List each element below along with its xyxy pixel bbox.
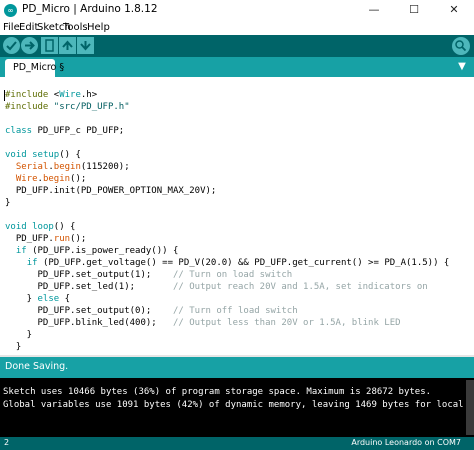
save-icon <box>80 41 91 51</box>
open-button[interactable] <box>59 37 76 54</box>
code-editor[interactable]: #include <Wire.h> #include "src/PD_UFP.h… <box>0 77 474 357</box>
title-bar: ∞ PD_Micro | Arduino 1.8.12 — ☐ ✕ <box>0 0 474 21</box>
open-icon <box>62 40 73 50</box>
new-button[interactable] <box>41 37 58 54</box>
code-line: void setup() { <box>5 150 81 160</box>
code-line: } <box>5 342 22 352</box>
console-output[interactable]: Sketch uses 10466 bytes (36%) of program… <box>0 378 474 437</box>
upload-button[interactable] <box>21 37 38 54</box>
menu-edit[interactable]: Edit <box>19 21 38 34</box>
code-line: Serial.begin(115200); <box>15 162 130 172</box>
status-bar: Done Saving. <box>0 357 474 378</box>
code-line: PD_UFP.init(PD_POWER_OPTION_MAX_20V); <box>5 186 217 196</box>
code-line: } <box>5 330 33 340</box>
code-line: PD_UFP.blink_led(400); // Output less th… <box>5 318 401 328</box>
serial-monitor-button[interactable] <box>452 37 470 55</box>
verify-icon <box>6 41 17 51</box>
code-line: } <box>5 198 11 208</box>
code-line: if (PD_UFP.is_power_ready()) { <box>15 246 179 256</box>
tab-menu-dropdown-icon[interactable]: ▼ <box>452 59 472 75</box>
window-title: PD_Micro | Arduino 1.8.12 <box>22 3 158 15</box>
verify-button[interactable] <box>3 37 20 54</box>
code-line: } else { <box>5 294 71 304</box>
serial-monitor-icon <box>455 40 467 52</box>
save-button[interactable] <box>77 37 94 54</box>
menu-tools[interactable]: Tools <box>63 21 88 34</box>
arduino-logo-icon: ∞ <box>4 4 17 17</box>
toolbar <box>0 35 474 57</box>
code-line: #include "src/PD_UFP.h" <box>5 102 130 112</box>
code-line: PD_UFP.set_output(0); // Turn off load s… <box>5 306 298 316</box>
maximize-button[interactable]: ☐ <box>394 0 434 21</box>
menu-bar: File Edit Sketch Tools Help <box>0 21 474 35</box>
console-scrollbar[interactable] <box>466 380 474 435</box>
tab-pd-micro[interactable]: PD_Micro § <box>5 59 64 77</box>
code-line: PD_UFP.set_led(1); // Output reach 20V a… <box>5 282 428 292</box>
upload-icon <box>25 41 35 50</box>
code-line: class PD_UFP_c PD_UFP; <box>5 126 125 136</box>
code-line: Wire.begin(); <box>15 174 87 184</box>
status-message: Done Saving. <box>5 361 69 372</box>
code-line: PD_UFP.set_output(1); // Turn on load sw… <box>5 270 293 280</box>
line-number: 2 <box>4 438 10 447</box>
close-button[interactable]: ✕ <box>434 0 474 21</box>
console-line: Sketch uses 10466 bytes (36%) of program… <box>3 387 432 397</box>
board-port-label: Arduino Leonardo on COM7 <box>351 438 461 447</box>
code-line: void loop() { <box>5 222 76 232</box>
code-line: #include <Wire.h> <box>5 90 98 100</box>
minimize-button[interactable]: — <box>354 0 394 21</box>
console-line: Global variables use 1091 bytes (42%) of… <box>3 400 474 410</box>
new-icon <box>45 39 54 52</box>
menu-file[interactable]: File <box>3 21 20 34</box>
code-line: PD_UFP.run(); <box>5 234 87 244</box>
menu-help[interactable]: Help <box>87 21 110 34</box>
code-line: if (PD_UFP.get_voltage() == PD_V(20.0) &… <box>26 258 450 268</box>
tab-strip: PD_Micro § ▼ <box>0 57 474 77</box>
footer-bar: 2 Arduino Leonardo on COM7 <box>0 437 474 450</box>
